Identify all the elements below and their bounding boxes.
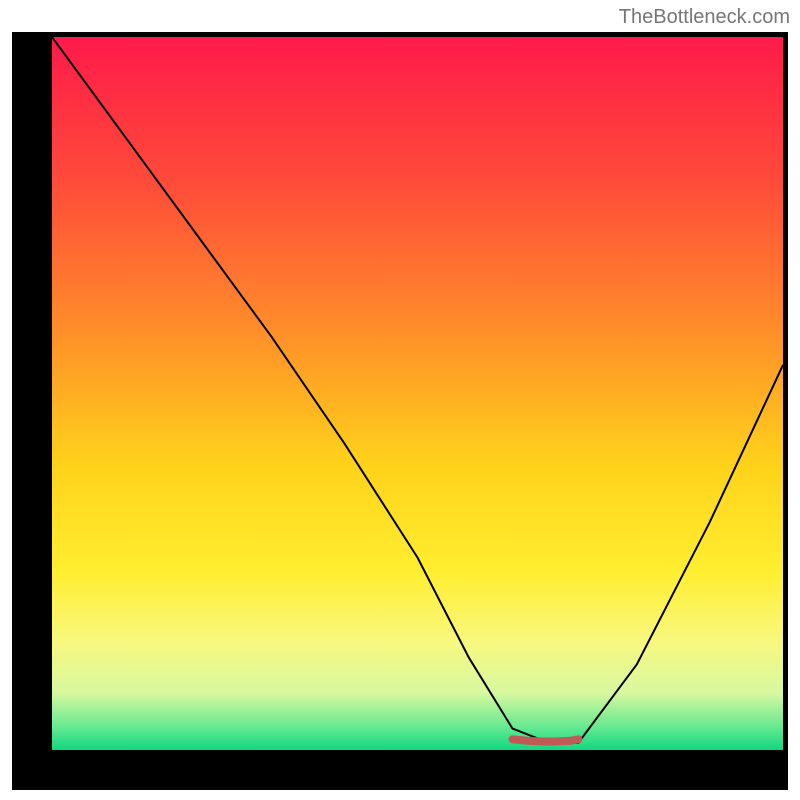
attribution-label: TheBottleneck.com (619, 6, 790, 29)
chart-svg (12, 32, 788, 790)
chart-frame (12, 32, 788, 790)
series-flat-marker (513, 739, 579, 741)
chart-stage: TheBottleneck.com (0, 0, 800, 800)
